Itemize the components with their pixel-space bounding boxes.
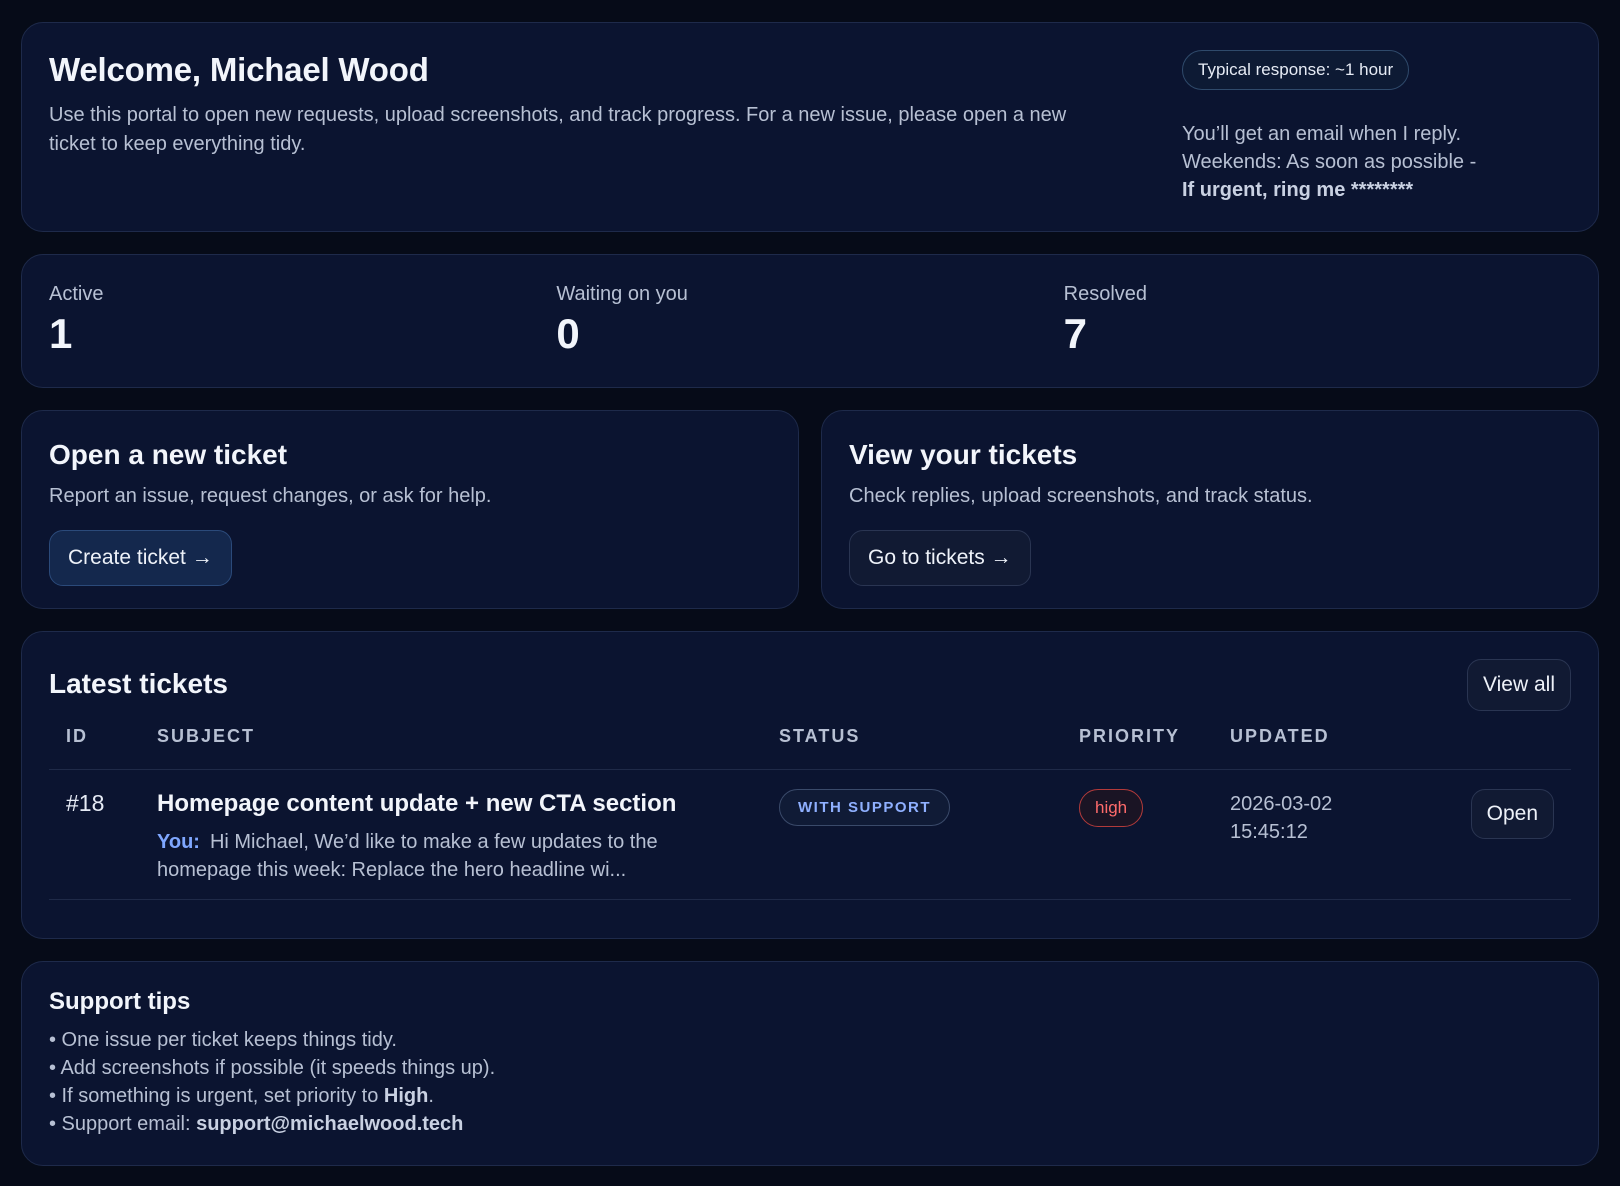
tip-emphasis: High: [383, 1085, 429, 1107]
ticket-preview: You: Hi Michael, We’d like to make a few …: [157, 828, 717, 884]
column-header-updated: UPDATED: [1230, 726, 1330, 746]
latest-tickets-title: Latest tickets: [49, 668, 228, 699]
welcome-description: Use this portal to open new requests, up…: [49, 104, 1067, 155]
list-item: • Support email: support@michaelwood.tec…: [49, 1110, 1571, 1138]
support-email[interactable]: support@michaelwood.tech: [196, 1113, 463, 1135]
view-tickets-title: View your tickets: [849, 439, 1078, 470]
ticket-subject[interactable]: Homepage content update + new CTA sectio…: [157, 790, 717, 818]
table-row[interactable]: #18 Homepage content update + new CTA se…: [49, 770, 1571, 900]
open-ticket-button[interactable]: Open: [1470, 789, 1554, 839]
table-header: ID SUBJECT STATUS PRIORITY UPDATED: [49, 726, 1571, 770]
view-tickets-card: View your tickets Check replies, upload …: [821, 410, 1599, 609]
new-ticket-title: Open a new ticket: [49, 439, 288, 470]
stat-label: Resolved: [1063, 283, 1148, 305]
column-header-subject: SUBJECT: [157, 726, 256, 746]
stat-value: 7: [1063, 310, 1088, 357]
weekend-note: Weekends: As soon as possible -: [1182, 151, 1477, 173]
stat-active: Active 1: [49, 283, 556, 359]
urgent-note: If urgent, ring me ********: [1182, 179, 1414, 201]
priority-badge: high: [1079, 789, 1144, 827]
response-info: Typical response: ~1 hour You’ll get an …: [1182, 50, 1522, 204]
tip-text: • If something is urgent, set priority t…: [49, 1085, 384, 1107]
stat-resolved: Resolved 7: [1064, 283, 1571, 359]
new-ticket-description: Report an issue, request changes, or ask…: [49, 485, 492, 507]
column-header-priority: PRIORITY: [1079, 726, 1181, 746]
stat-label: Waiting on you: [556, 283, 688, 305]
stat-waiting: Waiting on you 0: [556, 283, 1063, 359]
go-to-tickets-button[interactable]: Go to tickets →: [849, 530, 1031, 586]
ticket-subject-cell: Homepage content update + new CTA sectio…: [157, 790, 717, 884]
preview-text: Hi Michael, We’d like to make a few upda…: [157, 831, 658, 881]
list-item: • One issue per ticket keeps things tidy…: [49, 1029, 397, 1051]
response-note: You’ll get an email when I reply. Weeken…: [1182, 120, 1522, 204]
updated-date: 2026-03-02: [1230, 793, 1333, 815]
column-header-id: ID: [66, 726, 88, 746]
ticket-id: #18: [66, 790, 105, 816]
tips-list: • One issue per ticket keeps things tidy…: [49, 1026, 1571, 1138]
stats-card: Active 1 Waiting on you 0 Resolved 7: [21, 254, 1599, 388]
welcome-card: Welcome, Michael Wood Use this portal to…: [21, 22, 1599, 232]
column-header-status: STATUS: [779, 726, 861, 746]
view-tickets-description: Check replies, upload screenshots, and t…: [849, 485, 1313, 507]
stat-value: 1: [49, 310, 73, 357]
status-badge: WITH SUPPORT: [779, 789, 950, 826]
stat-value: 0: [556, 310, 580, 357]
create-ticket-button[interactable]: Create ticket →: [49, 530, 232, 586]
list-item: • If something is urgent, set priority t…: [49, 1082, 1571, 1110]
support-tips-card: Support tips • One issue per ticket keep…: [21, 961, 1599, 1166]
support-tips-title: Support tips: [49, 988, 191, 1015]
email-note: You’ll get an email when I reply.: [1182, 123, 1462, 145]
list-item: • Add screenshots if possible (it speeds…: [49, 1057, 496, 1079]
ticket-updated: 2026-03-02 15:45:12: [1230, 790, 1332, 846]
tip-text: • Support email:: [49, 1113, 197, 1135]
view-all-button[interactable]: View all: [1467, 659, 1571, 711]
stat-label: Active: [49, 283, 104, 305]
new-ticket-card: Open a new ticket Report an issue, reque…: [21, 410, 799, 609]
updated-time: 15:45:12: [1230, 821, 1308, 843]
response-time-badge: Typical response: ~1 hour: [1182, 50, 1410, 90]
preview-author: You:: [157, 831, 200, 853]
latest-tickets-card: Latest tickets View all ID SUBJECT STATU…: [21, 631, 1599, 939]
action-cards: Open a new ticket Report an issue, reque…: [21, 410, 1599, 609]
tip-text: .: [428, 1085, 434, 1107]
